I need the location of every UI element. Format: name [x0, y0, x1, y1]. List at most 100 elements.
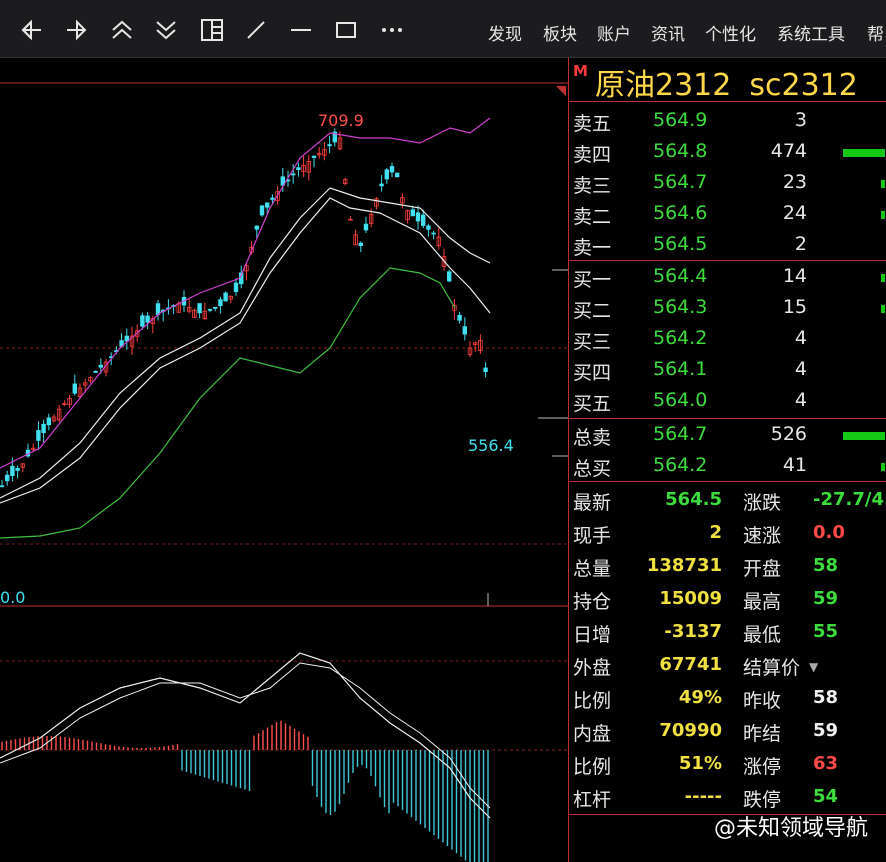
total-sell-volume: 526: [770, 423, 807, 445]
sell-level-4-label: 卖四: [573, 144, 612, 166]
stat-value: 15009: [659, 588, 722, 609]
kline-chart-area[interactable]: 709.9 556.4 0.0: [0, 58, 568, 862]
sell-level-3-volume-bar: [881, 180, 885, 188]
candle-body: [10, 465, 15, 477]
double-down-icon[interactable]: [150, 14, 182, 46]
draw-line-icon[interactable]: [240, 14, 272, 46]
stat-value: 59: [813, 588, 839, 609]
candle-body: [0, 485, 5, 488]
menu-sector[interactable]: 板块: [543, 20, 577, 45]
double-up-icon[interactable]: [106, 14, 138, 46]
sell-level-3-row[interactable]: 卖三 564.7 23: [569, 167, 886, 198]
sell-level-5-row[interactable]: 卖五 564.9 3: [569, 105, 886, 136]
candle-body: [311, 155, 317, 158]
total-sell-row[interactable]: 总卖 564.7 526: [569, 419, 886, 450]
stat-value: 49%: [678, 687, 722, 708]
candle-body: [5, 474, 10, 482]
stat-value: -27.7/4.0: [813, 489, 886, 510]
buy-level-4-label: 买四: [573, 362, 612, 384]
stat-label: 速涨: [743, 525, 782, 547]
stat-label: 涨跌: [743, 492, 782, 514]
candle-body: [379, 183, 384, 187]
sell-level-4-row[interactable]: 卖四 564.8 474: [569, 136, 886, 167]
horizontal-line-icon[interactable]: [285, 14, 317, 46]
sell-level-2-volume: 24: [782, 202, 807, 224]
total-buy-volume-bar: [881, 463, 885, 471]
menu-news[interactable]: 资讯: [651, 20, 685, 45]
sell-level-4-volume: 474: [770, 140, 807, 162]
buy-level-5-volume: 4: [794, 389, 807, 411]
candle-body: [145, 315, 150, 323]
total-buy-price: 564.2: [653, 454, 708, 476]
sell-level-4-price: 564.8: [653, 140, 708, 162]
menu-personalize[interactable]: 个性化: [705, 20, 756, 45]
sell-level-2-volume-bar: [881, 211, 885, 219]
total-sell-volume-bar: [843, 432, 885, 440]
buy-level-3-price: 564.2: [653, 327, 708, 349]
stat-value: -----: [684, 786, 722, 807]
orderbook-divider: [569, 418, 886, 419]
watermark: @未知领域导航: [713, 816, 868, 841]
stat-value: 70990: [659, 720, 722, 741]
layout-grid-icon[interactable]: [196, 14, 228, 46]
candle-body: [259, 205, 265, 216]
buy-level-5-row[interactable]: 买五 564.0 4: [569, 385, 886, 416]
menu-help[interactable]: 帮: [867, 20, 884, 45]
stat-value: 58: [813, 555, 839, 576]
menu-system-tools[interactable]: 系统工具: [777, 20, 845, 45]
high-price-label: 709.9: [318, 111, 364, 130]
low-price-label: 556.4: [468, 436, 514, 455]
buy-level-1-volume-bar: [881, 274, 885, 282]
kline-chart: 709.9 556.4 0.0: [0, 82, 568, 862]
menu-discover[interactable]: 发现: [488, 20, 522, 45]
candle-body: [207, 308, 213, 311]
stat-label: 杠杆: [573, 789, 612, 811]
chevron-down-icon[interactable]: ▼: [809, 660, 818, 674]
ma-line-1: [0, 187, 491, 499]
buy-level-3-row[interactable]: 买三 564.2 4: [569, 323, 886, 354]
candle-body: [212, 307, 218, 309]
candle-body: [389, 166, 395, 173]
total-sell-price: 564.7: [653, 423, 708, 445]
candle-body: [446, 271, 452, 282]
buy-level-2-row[interactable]: 买二 564.3 15: [569, 292, 886, 323]
menu-account[interactable]: 账户: [597, 20, 631, 45]
more-icon[interactable]: [376, 14, 408, 46]
stat-label: 昨收: [743, 690, 782, 712]
contract-name: 原油2312: [595, 68, 732, 103]
upper-band-line: [0, 117, 491, 469]
stat-value: 51%: [678, 753, 722, 774]
market-mark: M: [573, 62, 588, 80]
back-arrow-icon[interactable]: [16, 14, 48, 46]
total-buy-row[interactable]: 总买 564.2 41: [569, 450, 886, 481]
candle-body: [270, 197, 275, 200]
sell-level-2-label: 卖二: [573, 206, 612, 228]
buy-level-1-price: 564.4: [653, 265, 708, 287]
buy-level-2-price: 564.3: [653, 296, 708, 318]
stat-label: 总量: [573, 558, 612, 580]
sell-level-2-row[interactable]: 卖二 564.6 24: [569, 198, 886, 229]
candle-body: [197, 303, 202, 314]
total-buy-volume: 41: [782, 454, 807, 476]
axis-zero-label: 0.0: [0, 588, 25, 607]
sell-level-1-label: 卖一: [573, 237, 612, 259]
buy-level-5-price: 564.0: [653, 389, 708, 411]
stat-value: 59: [813, 720, 839, 741]
sell-level-3-price: 564.7: [653, 171, 708, 193]
stat-value: 54: [813, 786, 839, 807]
sell-level-5-price: 564.9: [653, 109, 708, 131]
buy-level-3-volume: 4: [794, 327, 807, 349]
stat-value: 63: [813, 753, 839, 774]
stat-label: 日增: [573, 624, 612, 646]
forward-arrow-icon[interactable]: [60, 14, 92, 46]
stat-value: 67741: [659, 654, 722, 675]
candle-body: [223, 292, 228, 302]
rectangle-icon[interactable]: [330, 14, 362, 46]
buy-level-1-row[interactable]: 买一 564.4 14: [569, 261, 886, 292]
candle-body: [457, 314, 462, 321]
contract-name-wrap: 原油2312 sc2312: [595, 60, 858, 104]
sell-level-1-row[interactable]: 卖一 564.5 2: [569, 229, 886, 260]
stat-label: 现手: [573, 525, 612, 547]
orderbook-divider: [569, 481, 886, 482]
buy-level-4-row[interactable]: 买四 564.1 4: [569, 354, 886, 385]
